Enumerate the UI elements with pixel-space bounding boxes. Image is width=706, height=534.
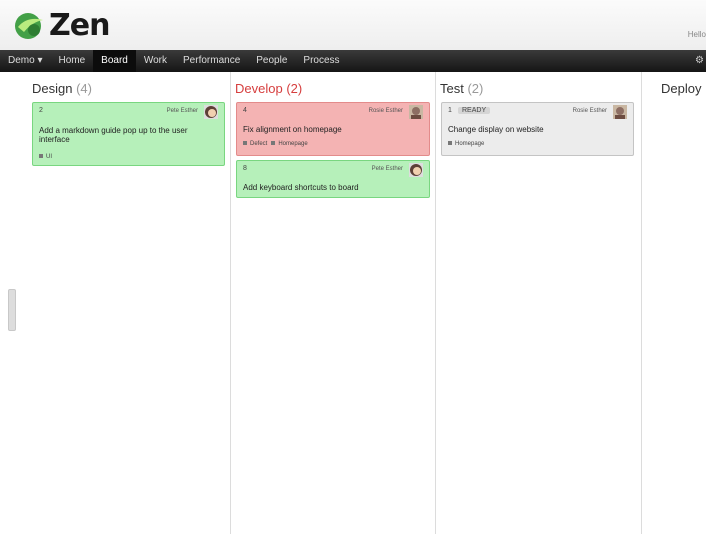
column-count: (2)	[286, 81, 303, 96]
status-badge: READY	[458, 107, 491, 114]
card-title: Add keyboard shortcuts to board	[243, 183, 359, 192]
card-title: Change display on website	[448, 125, 544, 134]
column-header-develop: Develop (2)	[235, 81, 302, 96]
avatar-icon	[613, 105, 627, 119]
card-tag[interactable]: Homepage	[448, 141, 484, 147]
kanban-board: Design (4) 2 Pete Esther Add a markdown …	[28, 72, 706, 534]
card-owner: Pete Esther	[371, 166, 403, 172]
card-tag[interactable]: UI	[39, 154, 52, 160]
main-nav: Demo ▾ Home Board Work Performance Peopl…	[0, 50, 706, 72]
card-tag[interactable]: Homepage	[271, 141, 307, 147]
nav-item-home[interactable]: Home	[50, 50, 93, 72]
card-tags: Homepage	[448, 141, 484, 147]
column-count: (2)	[467, 81, 484, 96]
column-deploy: Deploy	[642, 72, 706, 534]
card-4[interactable]: 4 Rosie Esther Fix alignment on homepage…	[236, 102, 430, 156]
card-number: 4	[243, 107, 247, 114]
column-title: Deploy	[661, 81, 702, 96]
nav-item-work[interactable]: Work	[136, 50, 175, 72]
column-count: (4)	[76, 81, 92, 96]
zen-logo[interactable]: Zen	[12, 8, 110, 43]
column-develop: Develop (2) 4 Rosie Esther Fix alignment…	[231, 72, 436, 534]
column-title: Develop	[235, 81, 283, 96]
card-number: 8	[243, 165, 247, 172]
column-header-design: Design (4)	[32, 81, 92, 96]
column-test: Test (2) 1 READY Rosie Esther Change dis…	[436, 72, 642, 534]
column-title: Test	[440, 81, 464, 96]
card-owner: Pete Esther	[166, 108, 198, 114]
avatar-icon	[409, 105, 423, 119]
card-owner: Rosie Esther	[572, 108, 607, 114]
column-design: Design (4) 2 Pete Esther Add a markdown …	[28, 72, 231, 534]
card-2[interactable]: 2 Pete Esther Add a markdown guide pop u…	[32, 102, 225, 166]
nav-item-process[interactable]: Process	[295, 50, 347, 72]
avatar-icon	[204, 105, 218, 119]
card-owner: Rosie Esther	[368, 108, 403, 114]
app-name: Zen	[49, 8, 110, 43]
card-tags: UI	[39, 154, 52, 160]
column-header-test: Test (2)	[440, 81, 483, 96]
user-link[interactable]: Hello	[688, 30, 706, 39]
nav-item-board[interactable]: Board	[93, 50, 136, 72]
column-header-deploy: Deploy	[661, 81, 701, 96]
card-title: Fix alignment on homepage	[243, 125, 342, 134]
nav-item-performance[interactable]: Performance	[175, 50, 248, 72]
sidebar-toggle-handle[interactable]	[8, 289, 16, 331]
zen-logo-icon	[15, 12, 43, 39]
nav-item-people[interactable]: People	[248, 50, 295, 72]
card-number: 1	[448, 107, 452, 114]
card-tags: Defect Homepage	[243, 141, 308, 147]
card-1[interactable]: 1 READY Rosie Esther Change display on w…	[441, 102, 634, 156]
card-8[interactable]: 8 Pete Esther Add keyboard shortcuts to …	[236, 160, 430, 198]
nav-item-demo[interactable]: Demo ▾	[0, 50, 50, 72]
column-title: Design	[32, 81, 73, 96]
avatar-icon	[409, 163, 423, 177]
card-tag[interactable]: Defect	[243, 141, 267, 147]
settings-icon[interactable]: ⚙	[695, 55, 704, 66]
card-number: 2	[39, 107, 43, 114]
card-title: Add a markdown guide pop up to the user …	[39, 126, 188, 144]
top-bar: Zen Hello	[0, 0, 706, 50]
